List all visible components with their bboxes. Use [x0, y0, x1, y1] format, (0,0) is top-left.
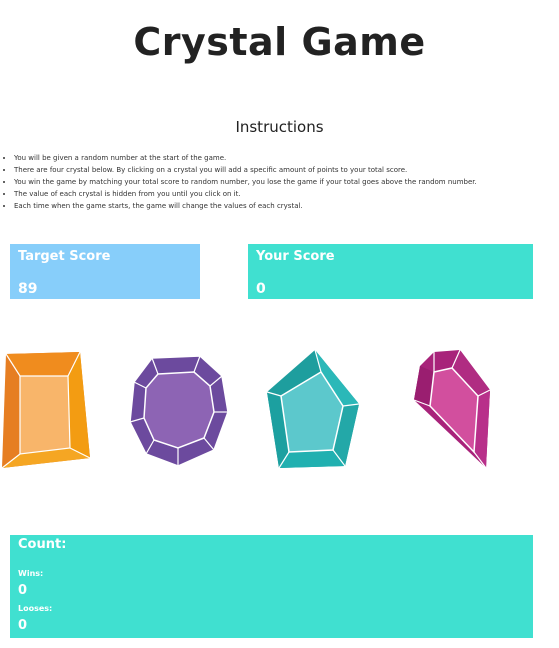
instruction-item: There are four crystal below. By clickin…: [14, 164, 477, 176]
your-score-value: 0: [256, 281, 266, 297]
instructions-heading: Instructions: [235, 118, 324, 136]
teal-crystal-icon: [266, 349, 360, 469]
instructions-list: You will be given a random number at the…: [0, 152, 477, 212]
pink-crystal-icon: [413, 349, 491, 469]
target-score-panel: Target Score 89: [10, 244, 200, 299]
target-score-value: 89: [18, 281, 38, 297]
instruction-item: You will be given a random number at the…: [14, 152, 477, 164]
orange-crystal-icon: [1, 351, 91, 469]
wins-value: 0: [18, 583, 28, 598]
losses-value: 0: [18, 618, 28, 633]
count-panel: Count: Wins: 0 Looses: 0: [10, 535, 533, 638]
page-title: Crystal Game: [133, 20, 426, 64]
pink-crystal-button[interactable]: [412, 348, 492, 470]
instruction-item: Each time when the game starts, the game…: [14, 200, 477, 212]
target-score-label: Target Score: [18, 249, 111, 264]
your-score-panel: Your Score 0: [248, 244, 533, 299]
purple-crystal-button[interactable]: [128, 350, 230, 468]
wins-label: Wins:: [18, 569, 44, 578]
losses-label: Looses:: [18, 604, 53, 613]
count-title: Count:: [18, 537, 67, 552]
teal-crystal-button[interactable]: [265, 348, 361, 469]
instruction-item: You win the game by matching your total …: [14, 176, 477, 188]
orange-crystal-button[interactable]: [0, 350, 92, 469]
your-score-label: Your Score: [256, 249, 335, 264]
purple-crystal-icon: [129, 355, 229, 467]
instruction-item: The value of each crystal is hidden from…: [14, 188, 477, 200]
